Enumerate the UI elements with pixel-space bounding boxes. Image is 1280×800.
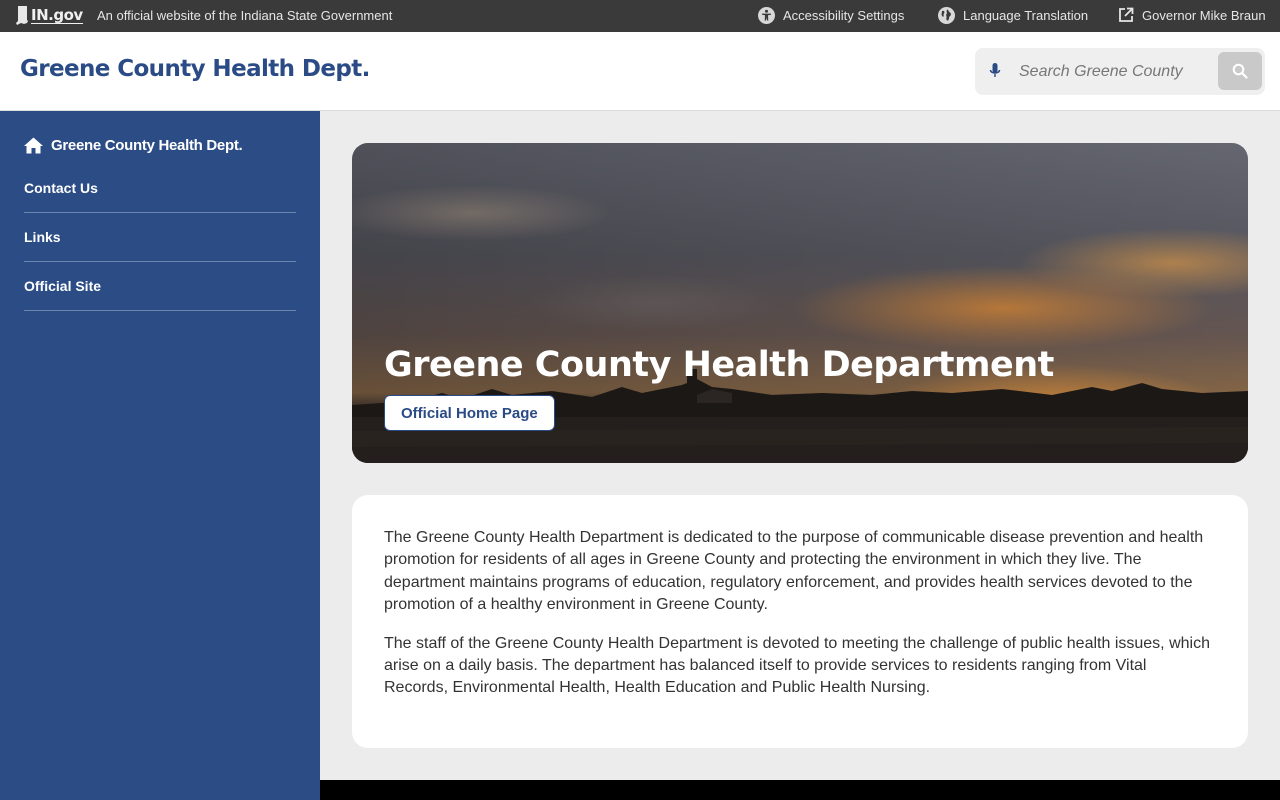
hero-title: Greene County Health Department [384,345,1054,385]
hero-banner: Greene County Health Department Official… [352,143,1248,463]
content-paragraph-1: The Greene County Health Department is d… [384,529,1204,614]
official-home-page-button[interactable]: Official Home Page [384,395,555,431]
sidebar-item-links[interactable]: Links [24,213,296,262]
governor-label: Governor Mike Braun [1142,7,1266,23]
sidebar-nav: Greene County Health Dept. Contact Us Li… [0,111,320,800]
site-title[interactable]: Greene County Health Dept. [20,56,370,82]
footer [320,780,1280,800]
search-input[interactable] [1019,58,1194,85]
language-translation-link[interactable]: Language Translation [938,7,1088,24]
sidebar-menu: Contact Us Links Official Site [24,164,296,311]
top-utility-bar: IN.gov An official website of the Indian… [0,0,1280,32]
search-button[interactable] [1218,52,1262,90]
home-icon [24,137,43,154]
site-header: Greene County Health Dept. [0,32,1280,111]
search-bar [975,48,1265,95]
official-website-text: An official website of the Indiana State… [97,8,393,23]
governor-link[interactable]: Governor Mike Braun [1118,7,1266,23]
accessibility-icon [758,7,775,24]
external-link-icon [1119,7,1134,22]
indiana-state-icon [16,6,28,25]
sidebar-item-contact-us[interactable]: Contact Us [24,164,296,213]
in-gov-logo-text: IN.gov [31,5,83,24]
accessibility-settings-label: Accessibility Settings [783,8,905,23]
in-gov-logo[interactable]: IN.gov [15,6,83,25]
sidebar-home-link[interactable]: Greene County Health Dept. [24,137,243,154]
globe-icon [938,7,955,24]
accessibility-settings-link[interactable]: Accessibility Settings [758,7,904,24]
sidebar-item-official-site[interactable]: Official Site [24,262,296,311]
content-paragraph-2: The staff of the Greene County Health De… [384,634,1210,697]
microphone-icon[interactable] [989,62,1001,80]
language-translation-label: Language Translation [963,8,1089,23]
search-icon [1232,63,1248,79]
sidebar-home-label: Greene County Health Dept. [51,137,243,154]
content-card: The Greene County Health Department is d… [352,495,1248,748]
